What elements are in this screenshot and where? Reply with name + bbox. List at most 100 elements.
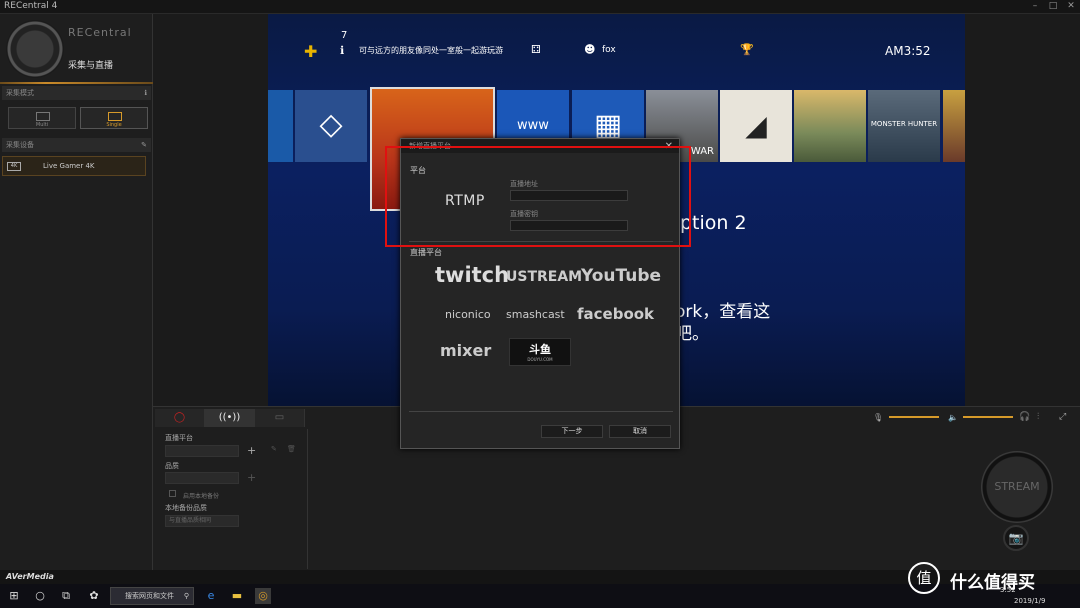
- platform-douyu[interactable]: 斗鱼 DOUYU.COM: [509, 338, 571, 366]
- snapshot-button[interactable]: 📷: [1003, 525, 1029, 551]
- local-quality-value: 与直播品质相同: [169, 517, 212, 524]
- maximize-button[interactable]: □: [1044, 0, 1062, 14]
- live-platform-select[interactable]: [165, 445, 239, 457]
- local-backup-label: 启用本地备份: [183, 493, 220, 500]
- accent-line: [0, 82, 153, 84]
- task-view-icon[interactable]: ⧉: [58, 588, 74, 604]
- notification-text: 可与远方的朋友像同处一室般一起游玩游: [359, 46, 503, 55]
- window-title: RECentral 4: [4, 1, 58, 11]
- edge-icon[interactable]: e: [203, 588, 219, 604]
- search-placeholder: 搜索网页和文件: [125, 592, 174, 600]
- edit-icon[interactable]: ✎: [141, 138, 147, 152]
- left-panel: RECentral 采集与直播 采集模式 ℹ Multi Single 采集设备…: [0, 14, 153, 570]
- capture-icon: ▭: [274, 412, 285, 423]
- single-icon: [108, 112, 122, 121]
- trophy-icon: 🏆: [740, 43, 754, 56]
- platform-smashcast[interactable]: smashcast: [506, 308, 565, 321]
- avermedia-logo: AVerMedia: [6, 572, 54, 581]
- mixer-icon[interactable]: ⫶: [1037, 412, 1039, 422]
- device-name: Live Gamer 4K: [43, 162, 95, 170]
- tile-www-label: www: [517, 118, 549, 133]
- tab-record[interactable]: ◯: [155, 409, 205, 427]
- app-icon[interactable]: ✿: [86, 588, 102, 604]
- cortana-icon[interactable]: ○: [32, 588, 48, 604]
- device-item-live-gamer-4k[interactable]: 4K Live Gamer 4K: [2, 156, 146, 176]
- title-bar: RECentral 4 – □ ✕: [0, 0, 1080, 14]
- platform-mixer[interactable]: mixer: [440, 341, 491, 360]
- search-icon: ⚲: [183, 592, 189, 600]
- live-platforms-label: 直播平台: [410, 248, 442, 257]
- cancel-button[interactable]: 取消: [609, 425, 671, 438]
- taskbar-search[interactable]: 搜索网页和文件 ⚲: [110, 587, 194, 605]
- speaker-icon[interactable]: 🔈: [948, 413, 958, 422]
- platform-facebook[interactable]: facebook: [577, 305, 654, 323]
- mode-multi-label: Multi: [35, 122, 49, 128]
- info-text-line2: 吧。: [675, 324, 709, 344]
- mic-icon[interactable]: 🎙: [873, 413, 883, 422]
- tab-other[interactable]: ▭: [255, 409, 305, 427]
- platform-twitch[interactable]: twitch: [435, 263, 509, 287]
- multi-icon: [36, 112, 50, 121]
- local-backup-checkbox[interactable]: [169, 490, 176, 497]
- ps-clock: AM3:52: [885, 44, 931, 58]
- info-icon[interactable]: ℹ: [144, 86, 147, 100]
- camera-icon: 📷: [1008, 531, 1024, 545]
- current-mode-label[interactable]: 采集与直播: [68, 58, 113, 71]
- recentral-taskbar-icon[interactable]: ◎: [255, 588, 271, 604]
- platform-niconico[interactable]: niconico: [445, 308, 491, 321]
- edit-platform-icon[interactable]: ✎: [271, 445, 277, 453]
- live-platform-label: 直播平台: [165, 434, 193, 442]
- delete-platform-icon[interactable]: 🗑: [287, 445, 296, 453]
- douyu-logo-text: 斗鱼: [529, 343, 551, 356]
- local-quality-select[interactable]: 与直播品质相同: [165, 515, 239, 527]
- stream-button[interactable]: STREAM: [981, 451, 1053, 523]
- mode-tabs: ◯ ((•)) ▭: [155, 409, 305, 427]
- device-icon: 4K: [7, 162, 21, 171]
- platform-youtube[interactable]: YouTube: [581, 266, 661, 286]
- recentral-logo: [6, 20, 64, 78]
- platform-ustream[interactable]: USTREAM: [506, 269, 582, 285]
- tile-gta[interactable]: [943, 90, 965, 162]
- highlight-box: [385, 146, 691, 247]
- ps-shapes-icon: ◇: [319, 107, 343, 142]
- notification-icon: ℹ: [340, 44, 345, 57]
- mode-multi-button[interactable]: Multi: [8, 107, 76, 129]
- tile-monster-hunter[interactable]: MONSTER HUNTER: [868, 90, 940, 162]
- quality-select[interactable]: [165, 472, 239, 484]
- device-header-label: 采集设备: [6, 141, 34, 149]
- mode-single-button[interactable]: Single: [80, 107, 148, 129]
- panel-divider: [307, 429, 308, 569]
- add-platform-button[interactable]: +: [247, 444, 256, 457]
- close-button[interactable]: ✕: [1062, 0, 1080, 14]
- speaker-volume-slider[interactable]: [963, 416, 1013, 418]
- local-quality-label: 本地备份品质: [165, 504, 207, 512]
- device-header: 采集设备 ✎: [2, 138, 151, 152]
- tile-war-label: WAR: [690, 146, 714, 157]
- file-explorer-icon[interactable]: ▬: [229, 588, 245, 604]
- broadcast-icon: ((•)): [218, 412, 241, 423]
- capture-mode-label: 采集模式: [6, 89, 34, 97]
- watermark-logo: 值: [908, 562, 940, 594]
- friends-icon: ⚃: [531, 43, 541, 56]
- tile-djmax-respect[interactable]: ◢: [720, 90, 792, 162]
- tile-partial[interactable]: [268, 90, 293, 162]
- mic-volume-slider[interactable]: [889, 416, 939, 418]
- tile-assassins-creed-origins[interactable]: [794, 90, 866, 162]
- ps-plus-icon: ✚: [304, 42, 318, 61]
- douyu-subtext: DOUYU.COM: [527, 357, 553, 362]
- minimize-button[interactable]: –: [1026, 0, 1044, 14]
- quality-label: 品质: [165, 462, 179, 470]
- clock-date: 2019/1/9: [1014, 597, 1046, 605]
- profile-icon: ☻: [584, 43, 596, 56]
- djmax-logo-icon: ◢: [745, 109, 767, 142]
- windows-start-icon[interactable]: ⊞: [6, 588, 22, 604]
- tab-stream[interactable]: ((•)): [205, 409, 255, 427]
- watermark-text: 什么值得买: [950, 573, 1035, 593]
- fullscreen-icon[interactable]: ⤢: [1059, 412, 1066, 422]
- add-quality-button[interactable]: +: [247, 471, 256, 484]
- app-logo-text: RECentral: [68, 26, 132, 39]
- next-button[interactable]: 下一步: [541, 425, 603, 438]
- dialog-bottom-separator: [409, 411, 673, 412]
- headphone-icon[interactable]: 🎧: [1019, 412, 1030, 422]
- tile-playstation-store[interactable]: ◇: [295, 90, 367, 162]
